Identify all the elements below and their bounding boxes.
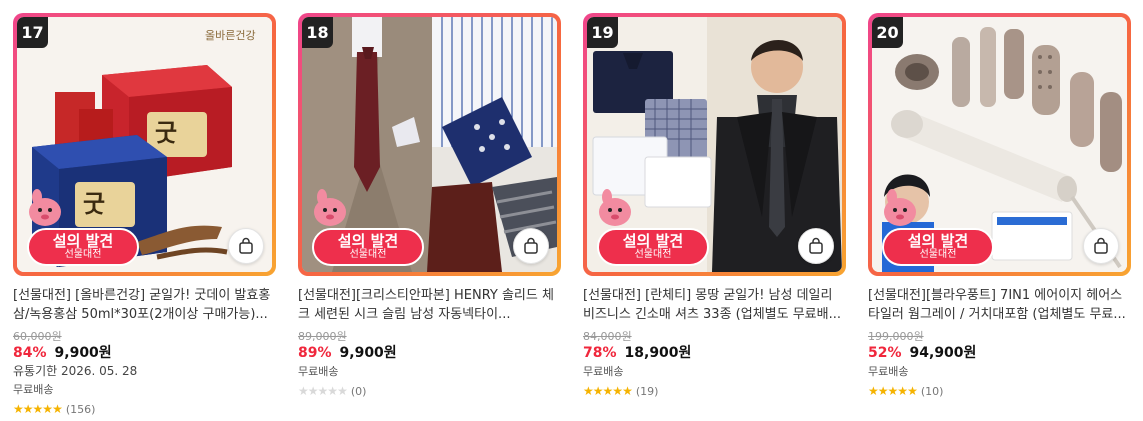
star-rating-icon: ★★★★★ <box>583 384 633 398</box>
product-image[interactable]: 20 설의 발견 선물대전 <box>872 17 1127 272</box>
product-title[interactable]: [선물대전][블라우풍트] 7IN1 에어이지 헤어스타일러 웜그레이 / 거치… <box>868 286 1131 324</box>
rating: ★★★★★ (10) <box>868 384 1131 398</box>
promo-title: 설의 발견 <box>337 232 399 250</box>
product-card[interactable]: 17 올바른건강 굿 굿 설의 발견 선물대전 [선물대전] [올바른건강] 굳… <box>13 13 276 416</box>
star-rating-icon: ★★★★★ <box>13 402 63 416</box>
product-image-frame[interactable]: 18 설의 발견 선물대전 <box>298 13 561 276</box>
promo-title: 설의 발견 <box>622 232 684 250</box>
promo-subtitle: 선물대전 <box>349 249 387 260</box>
add-to-cart-button[interactable] <box>798 228 834 264</box>
add-to-cart-button[interactable] <box>1083 228 1119 264</box>
review-count: (0) <box>350 384 367 398</box>
shipping-info: 무료배송 <box>13 383 54 396</box>
promo-badge: 설의 발견 선물대전 <box>593 189 713 266</box>
price-row: 78% 18,900원 <box>583 344 846 362</box>
product-card[interactable]: 19 설의 발견 선물대전 [선물대전] [란체티] 몽땅 굳일가! 남성 데일… <box>583 13 846 398</box>
svg-text:굿: 굿 <box>83 189 105 218</box>
promo-subtitle: 선물대전 <box>919 249 957 260</box>
price-row: 52% 94,900원 <box>868 344 1131 362</box>
sale-price: 9,900원 <box>54 345 112 361</box>
mascot-icon <box>29 189 61 226</box>
product-title[interactable]: [선물대전] [란체티] 몽땅 굳일가! 남성 데일리 비즈니스 긴소매 셔츠 … <box>583 286 846 324</box>
product-image[interactable]: 19 설의 발견 선물대전 <box>587 17 842 272</box>
product-card[interactable]: 20 설의 발견 선물대전 [선물대전][블라우풍트] 7IN1 에어이지 헤어… <box>868 13 1131 398</box>
add-to-cart-button[interactable] <box>513 228 549 264</box>
price-row: 84% 9,900원 <box>13 344 276 362</box>
product-image[interactable]: 17 올바른건강 굿 굿 설의 발견 선물대전 <box>17 17 272 272</box>
product-image-frame[interactable]: 19 설의 발견 선물대전 <box>583 13 846 276</box>
expiry-date: 유통기한 2026. 05. 28 <box>13 364 138 378</box>
rating: ★★★★★ (19) <box>583 384 846 398</box>
promo-badge: 설의 발견 선물대전 <box>23 189 143 266</box>
shipping-info: 무료배송 <box>868 365 909 378</box>
product-image[interactable]: 18 설의 발견 선물대전 <box>302 17 557 272</box>
shopping-bag-icon <box>524 237 538 254</box>
original-price: 199,000원 <box>868 330 924 343</box>
sale-price: 9,900원 <box>339 345 397 361</box>
discount-rate: 84% <box>13 345 47 361</box>
sale-price: 94,900원 <box>909 345 977 361</box>
original-price: 84,000원 <box>583 330 632 343</box>
product-image-frame[interactable]: 20 설의 발견 선물대전 <box>868 13 1131 276</box>
promo-badge: 설의 발견 선물대전 <box>308 189 428 266</box>
rating: ★★★★★ (156) <box>13 402 276 416</box>
rank-badge: 20 <box>872 17 903 48</box>
product-grid: 17 올바른건강 굿 굿 설의 발견 선물대전 [선물대전] [올바른건강] 굳… <box>0 0 1143 421</box>
promo-subtitle: 선물대전 <box>64 249 102 260</box>
original-price: 60,000원 <box>13 330 62 343</box>
discount-rate: 89% <box>298 345 332 361</box>
original-price: 89,000원 <box>298 330 347 343</box>
rank-badge: 19 <box>587 17 618 48</box>
discount-rate: 52% <box>868 345 902 361</box>
add-to-cart-button[interactable] <box>228 228 264 264</box>
promo-title: 설의 발견 <box>52 232 114 250</box>
product-title[interactable]: [선물대전][크리스티안파본] HENRY 솔리드 체크 세련된 시크 슬림 남… <box>298 286 561 324</box>
star-rating-icon: ★★★★★ <box>298 384 348 398</box>
price-row: 89% 9,900원 <box>298 344 561 362</box>
product-card[interactable]: 18 설의 발견 선물대전 [선물대전][크리스티안파본] HENRY 솔리드 … <box>298 13 561 398</box>
product-title[interactable]: [선물대전] [올바른건강] 굳일가! 굿데이 발효홍삼/녹용홍삼 50ml*3… <box>13 286 276 324</box>
shopping-bag-icon <box>809 237 823 254</box>
sale-price: 18,900원 <box>624 345 692 361</box>
shipping-info: 무료배송 <box>298 365 339 378</box>
review-count: (19) <box>635 384 659 398</box>
mascot-icon <box>314 189 346 226</box>
promo-subtitle: 선물대전 <box>634 249 672 260</box>
mascot-icon <box>884 189 916 226</box>
brand-logo-text: 올바른건강 <box>205 29 256 42</box>
promo-title: 설의 발견 <box>907 232 969 250</box>
review-count: (156) <box>65 402 96 416</box>
star-rating-icon: ★★★★★ <box>868 384 918 398</box>
discount-rate: 78% <box>583 345 617 361</box>
rank-badge: 18 <box>302 17 333 48</box>
shopping-bag-icon <box>239 237 253 254</box>
shipping-info: 무료배송 <box>583 365 624 378</box>
rating: ★★★★★ (0) <box>298 384 561 398</box>
shopping-bag-icon <box>1094 237 1108 254</box>
review-count: (10) <box>920 384 944 398</box>
mascot-icon <box>599 189 631 226</box>
svg-text:굿: 굿 <box>155 118 177 147</box>
product-image-frame[interactable]: 17 올바른건강 굿 굿 설의 발견 선물대전 <box>13 13 276 276</box>
rank-badge: 17 <box>17 17 48 48</box>
promo-badge: 설의 발견 선물대전 <box>878 189 998 266</box>
